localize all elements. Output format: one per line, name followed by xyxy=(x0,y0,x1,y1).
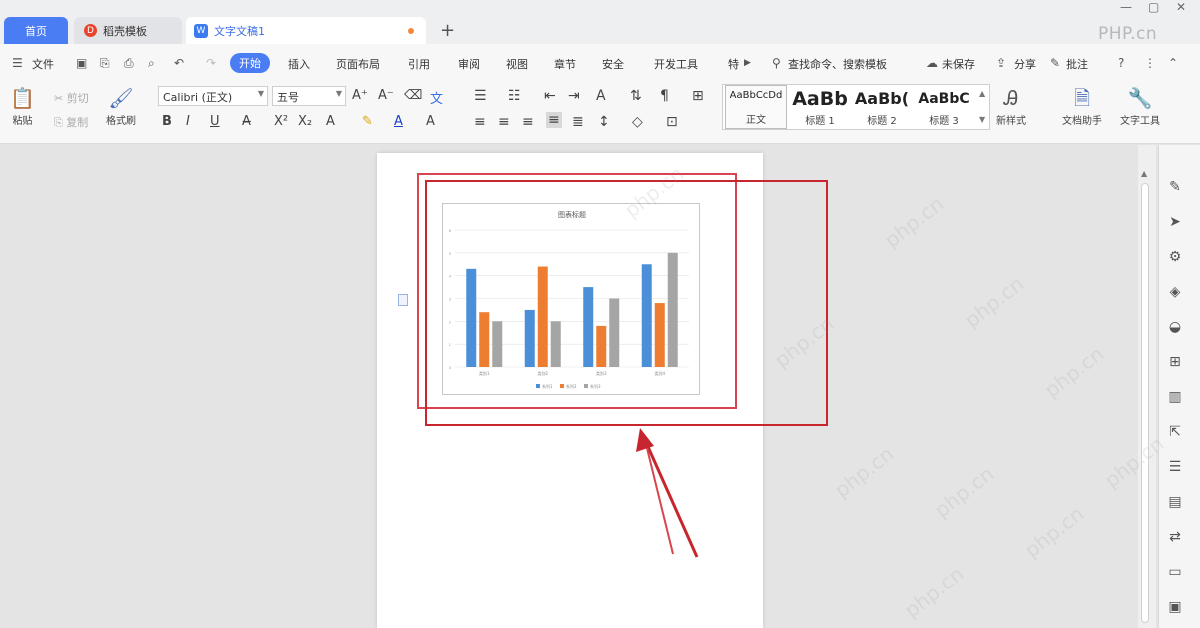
chart-icon[interactable]: ▥ xyxy=(1166,388,1184,406)
style-icon[interactable]: ⚙ xyxy=(1166,248,1184,266)
fill-icon[interactable]: ◒ xyxy=(1166,318,1184,336)
scrollbar-thumb[interactable] xyxy=(1141,183,1149,623)
vertical-scrollbar[interactable]: ▲ xyxy=(1138,145,1156,628)
document-icon[interactable]: ▤ xyxy=(1166,493,1184,511)
select-cursor-icon[interactable]: ➤ xyxy=(1166,213,1184,231)
export-icon[interactable]: ⇱ xyxy=(1166,423,1184,441)
shape-icon[interactable]: ◈ xyxy=(1166,283,1184,301)
image-icon[interactable]: ▣ xyxy=(1166,598,1184,616)
stamp-icon[interactable]: ▭ xyxy=(1166,563,1184,581)
translate-icon[interactable]: ⇄ xyxy=(1166,528,1184,546)
pen-icon[interactable]: ✎ xyxy=(1166,178,1184,196)
settings-sliders-icon[interactable]: ☰ xyxy=(1166,458,1184,476)
grid-apps-icon[interactable]: ⊞ xyxy=(1166,353,1184,371)
annotation-arrow xyxy=(636,428,699,558)
scroll-up-icon[interactable]: ▲ xyxy=(1141,169,1147,178)
arrow-head xyxy=(636,428,654,452)
arrow-shaft xyxy=(643,439,699,558)
